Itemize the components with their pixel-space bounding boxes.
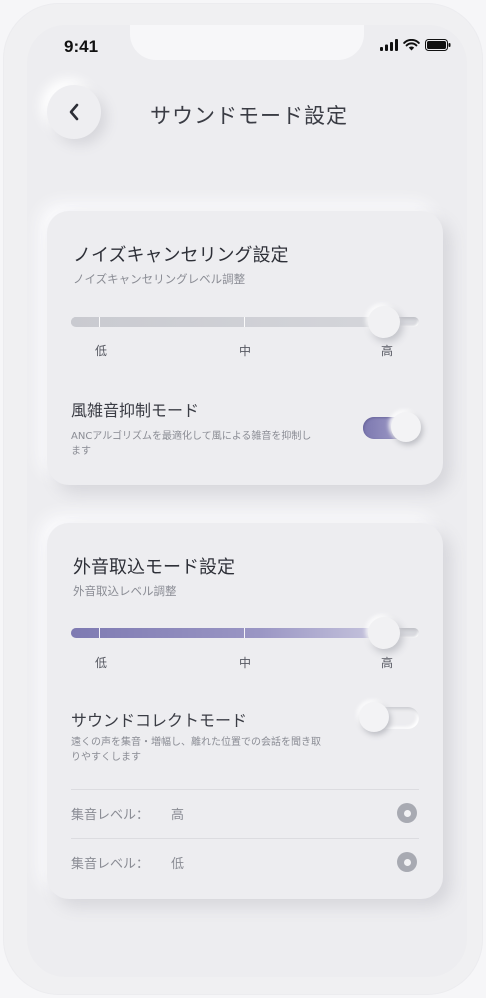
- anc-tick-label-low: 低: [95, 344, 108, 358]
- battery-icon: [425, 39, 451, 51]
- ambient-slider-fill: [71, 628, 384, 638]
- ambient-tick-label-low: 低: [95, 656, 108, 670]
- notch: [130, 25, 364, 60]
- level-label-low: 集音レベル：: [71, 857, 150, 872]
- slider-tick-mid: [244, 317, 245, 327]
- phone-frame: 9:41 サウンドモード設定 ノイズキャンセリング設定 ノイズキャンセリングレベ…: [3, 3, 483, 995]
- ambient-level-slider[interactable]: [71, 617, 419, 649]
- wind-mode-title: 風雑音抑制モード: [71, 401, 200, 420]
- wind-mode-description: ANCアルゴリズムを最適化して風による雑音を抑制します: [71, 431, 312, 457]
- slider-tick-low: [99, 317, 100, 327]
- signal-icon: [380, 39, 398, 51]
- anc-settings-card: ノイズキャンセリング設定 ノイズキャンセリングレベル調整 低 中 高 風雑音抑制…: [47, 211, 443, 485]
- anc-card-title: ノイズキャンセリング設定: [73, 245, 289, 266]
- level-label-high: 集音レベル：: [71, 808, 150, 823]
- level-value-high: 高: [171, 808, 185, 823]
- ambient-card-title: 外音取込モード設定: [73, 557, 235, 578]
- slider-tick-low: [99, 628, 100, 638]
- anc-slider-fill: [71, 317, 384, 327]
- ambient-tick-label-high: 高: [381, 656, 394, 670]
- radio-dot: [403, 858, 411, 866]
- chevron-left-icon: [69, 103, 79, 121]
- back-button[interactable]: [47, 85, 101, 139]
- anc-card-subtitle: ノイズキャンセリングレベル調整: [73, 272, 246, 286]
- slider-tick-mid: [244, 628, 245, 638]
- status-time: 9:41: [64, 37, 99, 56]
- ambient-tick-label-mid: 中: [239, 656, 252, 670]
- wifi-icon: [403, 39, 420, 51]
- page-title: サウンドモード設定: [150, 104, 348, 128]
- level-high-radio[interactable]: [397, 803, 417, 823]
- anc-slider-thumb[interactable]: [368, 306, 400, 338]
- level-low-radio[interactable]: [397, 852, 417, 872]
- sound-collect-title: サウンドコレクトモード: [71, 711, 248, 730]
- ambient-card-subtitle: 外音取込レベル調整: [73, 584, 177, 598]
- anc-tick-label-mid: 中: [239, 344, 252, 358]
- sound-collect-description: 遠くの声を集音・増幅し、離れた位置での会話を聞き取りやすくします: [71, 737, 321, 763]
- radio-dot: [403, 809, 411, 817]
- anc-level-slider[interactable]: [71, 306, 419, 338]
- wind-mode-toggle[interactable]: [363, 412, 421, 442]
- level-value-low: 低: [171, 857, 185, 872]
- anc-tick-label-high: 高: [381, 344, 394, 358]
- divider: [71, 789, 419, 790]
- divider: [71, 838, 419, 839]
- sound-collect-toggle-knob: [359, 702, 389, 732]
- ambient-slider-thumb[interactable]: [368, 617, 400, 649]
- ambient-settings-card: 外音取込モード設定 外音取込レベル調整 低 中 高 サウンドコレクトモード 遠く…: [47, 523, 443, 899]
- wind-mode-toggle-knob: [391, 412, 421, 442]
- status-icons: [380, 39, 451, 51]
- screen: 9:41 サウンドモード設定 ノイズキャンセリング設定 ノイズキャンセリングレベ…: [27, 25, 467, 977]
- sound-collect-toggle[interactable]: [359, 702, 419, 732]
